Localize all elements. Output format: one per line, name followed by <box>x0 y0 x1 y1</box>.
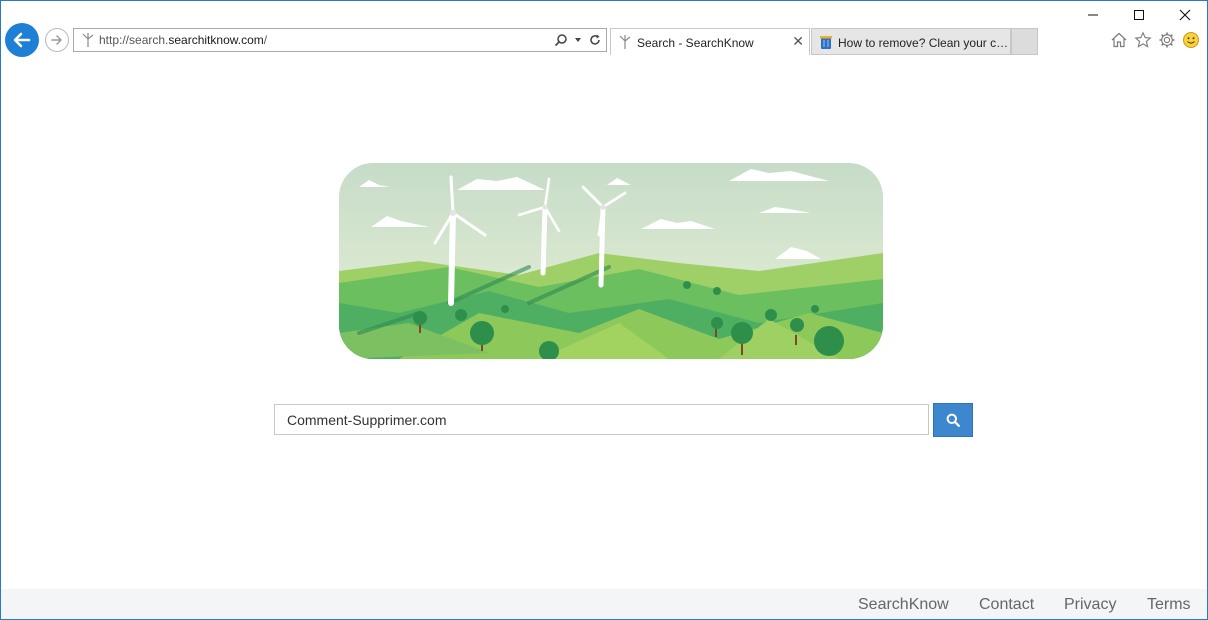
smiley-icon <box>1183 32 1199 48</box>
tab-label: How to remove? Clean your co... <box>838 36 1010 50</box>
minimize-icon <box>1088 14 1098 16</box>
search-input[interactable] <box>274 404 929 435</box>
url-suffix: / <box>263 33 268 47</box>
wind-turbines-illustration <box>339 163 883 359</box>
refresh-icon[interactable] <box>588 33 602 47</box>
url-prefix: http://search. <box>99 33 169 47</box>
settings-button[interactable] <box>1157 30 1177 50</box>
search-form <box>274 403 974 437</box>
tab-how-to-remove[interactable]: How to remove? Clean your co... <box>811 28 1011 55</box>
footer-link-privacy[interactable]: Privacy <box>1064 596 1116 614</box>
address-tools <box>554 31 602 49</box>
close-tab-button[interactable]: ✕ <box>792 33 804 50</box>
arrow-left-icon <box>13 32 31 48</box>
address-bar[interactable]: http://search.searchitknow.com/ <box>73 28 607 52</box>
minimize-button[interactable] <box>1081 5 1105 25</box>
arrow-right-icon <box>51 35 62 45</box>
address-url: http://search.searchitknow.com/ <box>99 33 267 47</box>
trash-bin-icon <box>820 36 832 49</box>
footer: SearchKnow Contact Privacy Terms <box>1 589 1207 619</box>
windmill-icon <box>619 35 631 49</box>
back-button[interactable] <box>5 23 39 57</box>
browser-window: http://search.searchitknow.com/ Search -… <box>0 0 1208 620</box>
tab-label: Search - SearchKnow <box>637 36 754 50</box>
footer-link-terms[interactable]: Terms <box>1147 596 1191 614</box>
maximize-button[interactable] <box>1127 5 1151 25</box>
forward-button[interactable] <box>45 28 69 52</box>
gear-icon <box>1159 32 1175 48</box>
home-icon <box>1111 32 1127 48</box>
search-button[interactable] <box>933 403 973 437</box>
close-window-button[interactable] <box>1173 5 1197 25</box>
search-icon[interactable] <box>554 33 568 47</box>
url-domain: searchitknow.com <box>168 33 264 47</box>
close-icon <box>1179 9 1191 21</box>
footer-link-searchknow[interactable]: SearchKnow <box>858 596 949 614</box>
new-tab-button[interactable] <box>1011 28 1038 55</box>
favorites-button[interactable] <box>1133 30 1153 50</box>
feedback-button[interactable] <box>1181 30 1201 50</box>
maximize-icon <box>1134 10 1144 20</box>
home-button[interactable] <box>1109 30 1129 50</box>
search-icon <box>946 413 960 427</box>
star-icon <box>1134 31 1152 48</box>
footer-link-contact[interactable]: Contact <box>979 596 1034 614</box>
windmill-icon <box>82 33 94 47</box>
dropdown-arrow-icon[interactable] <box>574 36 582 44</box>
tab-searchknow[interactable]: Search - SearchKnow ✕ <box>610 28 810 55</box>
browser-toolbar: http://search.searchitknow.com/ Search -… <box>1 1 1207 59</box>
